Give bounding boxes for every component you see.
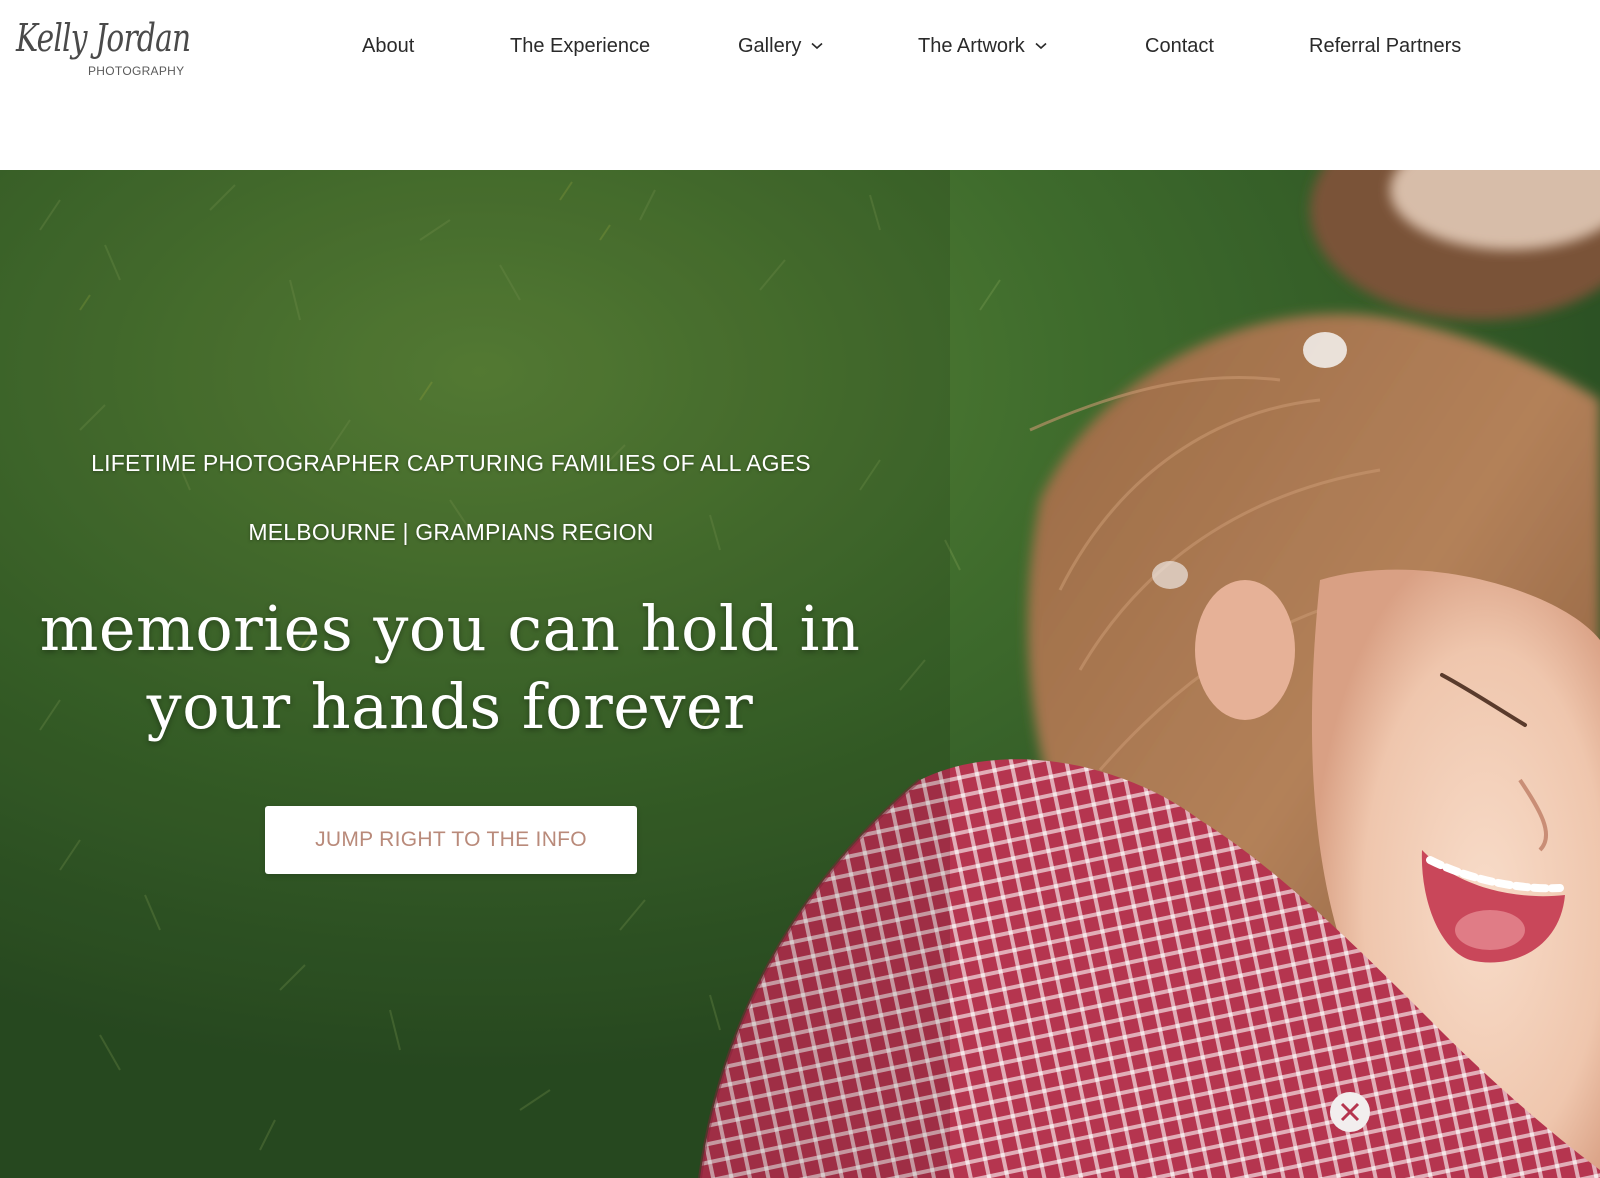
nav-item-about[interactable]: About xyxy=(362,30,414,62)
main-nav: About The Experience Gallery The Artwork… xyxy=(0,30,1600,62)
nav-item-label: Gallery xyxy=(738,34,802,57)
nav-item-contact[interactable]: Contact xyxy=(1145,30,1214,62)
hero-eyebrow: LIFETIME PHOTOGRAPHER CAPTURING FAMILIES… xyxy=(91,450,811,476)
nav-item-label: About xyxy=(362,34,415,57)
nav-item-gallery[interactable]: Gallery xyxy=(738,30,823,62)
site-header: Kelly Jordan PHOTOGRAPHY About The Exper… xyxy=(0,0,1600,170)
hero-section: LIFETIME PHOTOGRAPHER CAPTURING FAMILIES… xyxy=(0,170,1600,1178)
nav-item-label: The Experience xyxy=(510,34,651,57)
nav-item-referral-partners[interactable]: Referral Partners xyxy=(1309,30,1461,62)
nav-item-the-experience[interactable]: The Experience xyxy=(510,30,650,62)
jump-to-info-button[interactable]: JUMP RIGHT TO THE INFO xyxy=(265,806,637,874)
hero-headline-line-2: your hands forever xyxy=(146,670,754,743)
nav-item-label: The Artwork xyxy=(918,34,1025,57)
nav-item-label: Referral Partners xyxy=(1309,34,1462,57)
chevron-down-icon xyxy=(811,42,823,50)
logo-subtitle: PHOTOGRAPHY xyxy=(88,64,185,78)
nav-item-the-artwork[interactable]: The Artwork xyxy=(918,30,1047,62)
nav-item-label: Contact xyxy=(1145,34,1214,57)
chevron-down-icon xyxy=(1035,42,1047,50)
hero-location: MELBOURNE | GRAMPIANS REGION xyxy=(248,519,654,545)
hero-headline: memories you can hold in your hands fore… xyxy=(0,590,900,746)
hero-headline-line-1: memories you can hold in xyxy=(39,592,861,665)
hero-text-block: LIFETIME PHOTOGRAPHER CAPTURING FAMILIES… xyxy=(0,170,900,1178)
